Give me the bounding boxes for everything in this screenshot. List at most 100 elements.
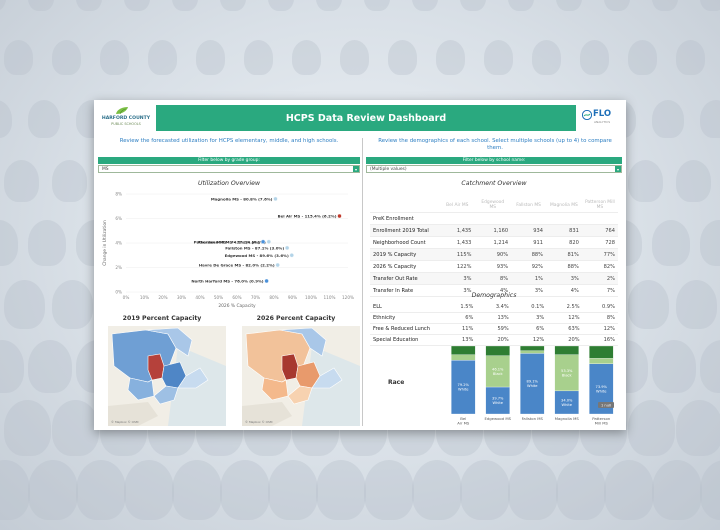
row-label: Free & Reduced Lunch <box>370 323 441 335</box>
crowd-figure <box>700 460 720 520</box>
crowd-figure <box>676 280 717 330</box>
table-cell: 1,214 <box>474 236 512 249</box>
crowd-figure <box>76 0 102 12</box>
point-label: Edgewood MS - 89.6% (3.6%) <box>225 253 289 258</box>
row-label: Ethnicity <box>370 312 441 324</box>
table-cell: 3% <box>440 272 475 285</box>
crowd-figure <box>0 340 24 393</box>
race-bar-segment <box>554 345 579 355</box>
crowd-figure <box>628 400 675 457</box>
race-label: Race <box>388 379 404 386</box>
crowd-figure <box>412 460 462 520</box>
crowd-figure <box>316 0 342 12</box>
right-instruction: Review the demographics of each school. … <box>378 138 612 151</box>
utilization-scatter[interactable]: 0% 2% 4% 6% 8% 0% 10% 20% 30% 40% 50% 60% 70% 80% 90% 1… <box>98 190 360 310</box>
crowd-figure <box>508 0 534 12</box>
crowd-figure <box>196 40 225 75</box>
table-cell: 0.9% <box>582 302 618 313</box>
table-cell: 11% <box>440 323 477 335</box>
crowd-figure <box>52 280 93 330</box>
crowd-figure <box>28 100 60 139</box>
crowd-figure <box>340 40 369 75</box>
table-cell <box>474 212 512 225</box>
table-row: 2026 % Capacity 122% 93% 92% 88% 82% <box>370 260 618 273</box>
table-cell: 90% <box>474 248 512 261</box>
table-cell: 1.5% <box>440 302 477 313</box>
crowd-figure <box>532 40 561 75</box>
left-instruction: Review the forecasted utilization for HC… <box>119 138 339 144</box>
crowd-figure <box>268 460 318 520</box>
crowd-figure <box>292 40 321 75</box>
crowd-figure <box>700 340 720 393</box>
flo-mark-icon <box>582 110 592 120</box>
crowd-figure <box>148 40 177 75</box>
crowd-figure <box>172 460 222 520</box>
map-credit: © Mapbox © OSM <box>111 420 139 424</box>
harford-county-logo[interactable]: HARFORD COUNTY PUBLIC SCHOOLS <box>100 106 152 130</box>
x-tick-label: 40% <box>195 295 204 300</box>
table-cell: 82% <box>581 260 618 273</box>
catchment-title: Catchment Overview <box>461 180 527 187</box>
table-cell: 88% <box>546 260 582 273</box>
crowd-figure <box>604 460 654 520</box>
table-cell: 88% <box>511 248 547 261</box>
flo-logo[interactable]: FLO ANALYTICS <box>582 108 620 128</box>
map-2019[interactable]: © Mapbox © OSM <box>108 326 226 426</box>
segment-label: 46.1% <box>492 367 504 371</box>
point-label: North Harford MS - 76.0% (0.9%) <box>191 278 263 283</box>
race-stacked-bar-chart[interactable]: Race 79.2%WhiteBelAir MS39.7%White46.1%Bl… <box>370 344 620 426</box>
table-cell: 820 <box>546 236 582 249</box>
point-label: Magnolia MS - 80.8% (7.6%) <box>211 196 273 201</box>
table-cell: 2.5% <box>547 302 583 313</box>
crowd-figure <box>268 0 294 12</box>
crowd-figure <box>316 460 366 520</box>
segment-label: 89.1% <box>527 380 539 384</box>
y-tick-label: 6% <box>115 216 122 221</box>
scatter-point <box>284 245 290 251</box>
segment-label: 53.3% <box>561 369 573 373</box>
null-badge-label: 1 null <box>601 403 611 407</box>
crowd-figure <box>412 0 438 12</box>
map-2026[interactable]: © Mapbox © OSM <box>242 326 360 426</box>
school-filter-dropdown[interactable]: (Multiple values) ▾ <box>366 165 622 173</box>
category-label: Magnolia MS <box>555 416 580 421</box>
column-header: Bel Air MS <box>440 198 475 213</box>
dashboard-card: HARFORD COUNTY PUBLIC SCHOOLS HCPS Data … <box>94 100 626 430</box>
table-cell: 3% <box>511 312 548 324</box>
row-label: ELL <box>370 302 441 313</box>
crowd-figure <box>4 160 39 202</box>
chevron-down-icon[interactable]: ▾ <box>353 166 359 172</box>
table-row: Transfer Out Rate 3% 8% 1% 3% 2% <box>370 272 618 285</box>
table-cell: 122% <box>440 260 475 273</box>
crowd-figure <box>676 400 720 457</box>
category-label: Edgewood MS <box>484 416 511 421</box>
crowd-figure <box>460 0 486 12</box>
race-bar-segment <box>520 350 545 354</box>
chevron-down-icon[interactable]: ▾ <box>615 166 621 172</box>
table-cell: 764 <box>581 224 618 237</box>
row-label: Transfer Out Rate <box>370 272 441 285</box>
y-tick-label: 4% <box>115 241 122 246</box>
segment-label: Black <box>562 373 573 377</box>
crowd-figure <box>652 340 696 393</box>
race-bar-segment <box>520 345 545 351</box>
catchment-table: Bel Air MS Edgewood MS Fallston MS Magnolia… <box>370 198 618 297</box>
x-tick-label: 50% <box>214 295 223 300</box>
row-label: 2026 % Capacity <box>370 260 441 273</box>
row-label: Neighborhood Count <box>370 236 441 249</box>
segment-label: 79.2% <box>458 383 470 387</box>
scatter-point <box>266 239 272 244</box>
table-cell: 115% <box>440 248 475 261</box>
table-cell <box>511 212 547 225</box>
x-tick-label: 30% <box>177 295 186 300</box>
point-label: Bel Air MS - 115.4% (6.2%) <box>278 214 337 219</box>
race-bar-segment <box>589 345 614 359</box>
table-cell: 6% <box>440 312 477 324</box>
grade-filter-dropdown[interactable]: MS ▾ <box>98 165 360 173</box>
table-row: Ethnicity 6% 13% 3% 12% 8% <box>370 312 618 324</box>
y-tick-label: 8% <box>115 192 122 197</box>
crowd-figure <box>52 160 87 202</box>
segment-label: White <box>527 384 538 388</box>
table-cell: 63% <box>547 323 583 335</box>
crowd-figure <box>4 400 51 457</box>
